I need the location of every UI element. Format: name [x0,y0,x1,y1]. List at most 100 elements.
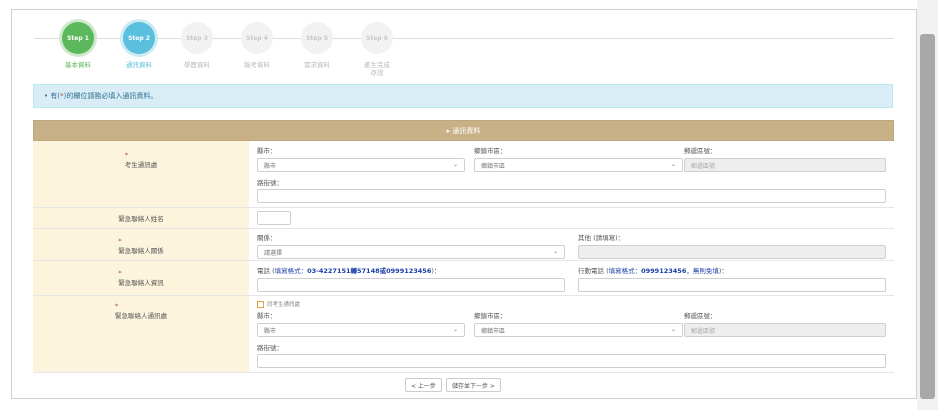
town-select[interactable]: 鄉鎮市區 ⌄ [474,158,683,172]
mobile-label: 行動電話 (填寫格式：0999123456，無則免填)： [578,265,728,275]
step-3-label: 學歷資料 [184,61,210,69]
street-input[interactable] [257,189,886,203]
step-2-number: Step 2 [128,34,150,42]
phone-label: 電話 (填寫格式：03-4227151轉57148或0999123456)： [257,265,440,275]
contact-street-input[interactable] [257,354,886,368]
row-contact-info: * 緊急聯絡人資訊 電話 (填寫格式：03-4227151轉57148或09991… [33,261,894,296]
row-contact-address: * 緊急聯絡人通訊處 同考生通訊處 縣市： 縣市 ⌄ 鄉鎮市區： 鄉鎮市區 ⌄ 郵遞區… [33,296,894,373]
contact-county-value: 縣市 [264,327,277,335]
label-contact-name: 緊急聯絡人姓名 [33,208,249,228]
alert-text-pre: 有( [50,92,61,100]
label-contact-address-text: 緊急聯絡人通訊處 [115,312,167,320]
step-6-number: Step 6 [366,34,388,42]
step-3-circle: Step 3 [181,22,213,54]
required-fields-alert: • 有(*)的欄位請務必填入通訊資料。 [33,84,893,108]
alert-bullet: • [44,92,49,100]
street-label: 路街號： [257,344,283,352]
step-6-label: 產生完成 存證 [352,61,402,77]
county-label: 縣市： [257,147,277,155]
step-4-circle: Step 4 [241,22,273,54]
step-4-label: 報考資料 [244,61,270,69]
contact-zip-input: 郵遞區號 [684,323,886,337]
chevron-down-icon: ⌄ [452,326,458,333]
county-select[interactable]: 縣市 ⌄ [257,158,465,172]
label-contact-info-text: 緊急聯絡人資訊 [118,279,164,287]
label-contact-name-text: 緊急聯絡人姓名 [118,215,164,223]
scrollbar-thumb[interactable] [920,34,935,399]
contact-zip-placeholder: 郵遞區號 [691,327,716,335]
row-contact-name: 緊急聯絡人姓名 [33,208,894,229]
section-title: 通訊資料 [452,126,481,135]
step-6-circle: Step 6 [361,22,393,54]
page: Step 1 Step 2 Step 3 Step 4 Step 5 Step … [0,0,938,410]
zip-label: 郵遞區號： [684,312,717,320]
relation-select[interactable]: 請選擇 ⌄ [257,245,565,259]
contact-county-select[interactable]: 縣市 ⌄ [257,323,465,337]
save-next-button[interactable]: 儲存並下一步 > [445,378,501,392]
label-relation-text: 緊急聯絡人關係 [118,247,164,255]
label-contact-info: * 緊急聯絡人資訊 [33,261,249,295]
mobile-input[interactable] [578,278,886,292]
town-label: 鄉鎮市區： [474,312,507,320]
row-relation: * 緊急聯絡人關係 關係： 請選擇 ⌄ 其他 (請填寫)： [33,229,894,261]
chevron-down-icon: ⌄ [452,161,458,168]
label-address: * 考生通訊處 [33,141,249,207]
step-6-label-line2: 存證 [370,69,384,77]
prev-step-button[interactable]: < 上一步 [405,378,442,392]
other-relation-input [578,245,886,259]
section-header: ▸ 通訊資料 [33,120,894,141]
relation-select-value: 請選擇 [264,249,283,257]
contact-town-value: 鄉鎮市區 [481,327,506,335]
required-star: * [118,269,122,277]
relation-label: 關係： [257,234,277,242]
step-progress-line [34,38,894,39]
step-navigation: < 上一步 儲存並下一步 > [405,378,501,392]
label-contact-address: * 緊急聯絡人通訊處 [33,296,249,372]
mobile-hint-tail: ，無則免填 [686,267,719,275]
step-1-circle[interactable]: Step 1 [62,22,94,54]
chevron-down-icon: ⌄ [670,326,676,333]
same-address-label[interactable]: 同考生通訊處 [267,300,300,308]
phone-label-text: 電話 [257,267,270,275]
mobile-hint-value: 0999123456 [641,267,687,275]
mobile-label-text: 行動電話 [578,267,604,275]
chevron-down-icon: ⌄ [670,161,676,168]
label-address-text: 考生通訊處 [124,161,158,169]
town-label: 鄉鎮市區： [474,147,507,155]
phone-hint-close: )： [431,267,441,275]
required-star: * [115,302,119,310]
step-2-circle[interactable]: Step 2 [123,22,155,54]
same-address-checkbox[interactable] [257,301,264,308]
required-star: * [124,151,128,159]
step-5-label: 需求資料 [304,61,330,69]
mobile-hint-text: 填寫格式： [608,267,642,275]
street-label: 路街號： [257,179,283,187]
county-label: 縣市： [257,312,277,320]
phone-hint-value: 03-4227151轉57148或0999123456 [307,267,432,275]
zip-input: 郵遞區號 [684,158,886,172]
step-2-label[interactable]: 通訊資料 [114,61,164,69]
step-4-number: Step 4 [246,34,268,42]
zip-placeholder: 郵遞區號 [691,162,716,170]
other-relation-label: 其他 (請填寫)： [578,234,625,242]
county-select-value: 縣市 [264,162,277,170]
step-1-label[interactable]: 基本資料 [53,61,103,69]
row-address: * 考生通訊處 縣市： 縣市 ⌄ 鄉鎮市區： 鄉鎮市區 ⌄ 郵遞區號： 郵遞區號 路街… [33,141,894,208]
phone-hint-text: 填寫格式： [274,267,308,275]
mobile-hint-close: )： [718,267,728,275]
alert-text-post: )的欄位請務必填入通訊資料。 [63,92,158,100]
step-1-number: Step 1 [67,34,89,42]
caret-right-icon: ▸ [446,126,451,135]
step-5-number: Step 5 [306,34,328,42]
step-3-number: Step 3 [186,34,208,42]
phone-input[interactable] [257,278,565,292]
contact-town-select[interactable]: 鄉鎮市區 ⌄ [474,323,683,337]
label-relation: * 緊急聯絡人關係 [33,229,249,260]
step-5-circle: Step 5 [301,22,333,54]
chevron-down-icon: ⌄ [552,248,558,255]
contact-name-input[interactable] [257,211,291,225]
town-select-value: 鄉鎮市區 [481,162,506,170]
zip-label: 郵遞區號： [684,147,717,155]
required-star: * [118,237,122,245]
step-6-label-line1: 產生完成 [364,61,390,69]
